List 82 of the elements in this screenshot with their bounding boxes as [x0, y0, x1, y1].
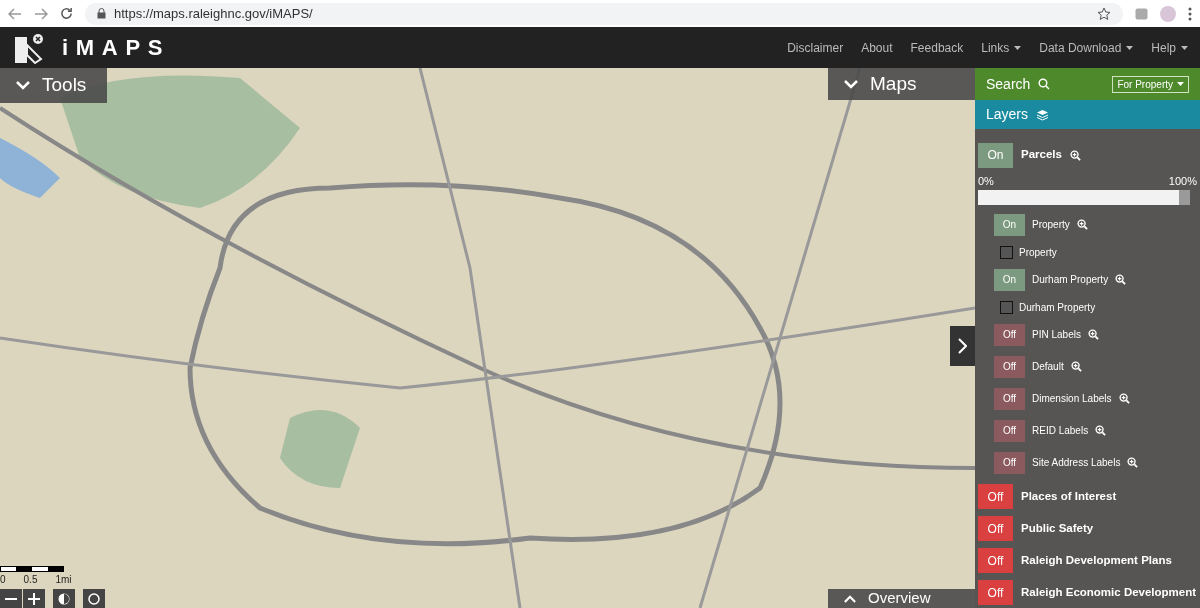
forward-icon[interactable]	[34, 7, 48, 20]
maps-panel[interactable]: Maps	[828, 68, 975, 100]
layer-toggle[interactable]: Off	[978, 516, 1013, 541]
layer-name: Public Safety	[1021, 520, 1094, 536]
zoom-to-icon[interactable]	[1076, 219, 1088, 230]
back-icon[interactable]	[8, 7, 22, 20]
layer-toggle[interactable]: Off	[994, 323, 1025, 346]
layer-name: Raleigh Economic Development	[1021, 584, 1197, 600]
layer-name: PIN Labels	[1032, 328, 1081, 342]
star-icon[interactable]	[1097, 6, 1111, 21]
lock-icon	[97, 8, 106, 19]
nav-link[interactable]: Help	[1151, 38, 1188, 57]
legend-label: Property	[1019, 245, 1057, 260]
app-title: iMAPS	[62, 34, 171, 62]
layer-toggle[interactable]: Off	[978, 580, 1013, 605]
zoom-to-icon[interactable]	[1127, 457, 1139, 468]
url-text: https://maps.raleighnc.gov/iMAPS/	[114, 4, 313, 23]
nav-link[interactable]: Data Download	[1039, 38, 1134, 57]
search-scope-dropdown[interactable]: For Property	[1112, 75, 1189, 93]
minus-icon	[5, 597, 17, 600]
layer-toggle[interactable]: On	[978, 142, 1013, 168]
menu-icon[interactable]	[1188, 6, 1192, 21]
nav-link[interactable]: Links	[981, 38, 1022, 57]
layer-toggle[interactable]: Off	[994, 451, 1025, 474]
layer-toggle[interactable]: Off	[994, 355, 1025, 378]
layer-toggle[interactable]: Off	[978, 484, 1013, 509]
panel-title: Maps	[870, 71, 917, 96]
legend-label: Durham Property	[1019, 300, 1096, 315]
chevron-right-icon	[958, 338, 967, 354]
layer-name: Property	[1032, 218, 1070, 232]
tools-panel[interactable]: Tools	[0, 68, 107, 103]
slider-label: 0%	[978, 174, 994, 189]
nav-link[interactable]: Disclaimer	[787, 38, 844, 57]
search-icon[interactable]	[1038, 78, 1051, 90]
layer-name: Default	[1032, 360, 1064, 374]
panel-title: Overview	[868, 588, 931, 608]
layers-label[interactable]: Layers	[986, 104, 1029, 125]
scale-label: 0.5	[23, 572, 38, 587]
layer-name: Durham Property	[1032, 273, 1109, 287]
legend-swatch	[1000, 245, 1013, 259]
locate-button[interactable]	[53, 588, 75, 608]
layer-name: REID Labels	[1032, 424, 1089, 438]
address-bar[interactable]: https://maps.raleighnc.gov/iMAPS/	[85, 2, 1123, 25]
nav-link[interactable]: Feedback	[910, 38, 964, 57]
chevron-down-icon	[16, 81, 30, 90]
chevron-down-icon	[844, 79, 858, 89]
layer-name: Dimension Labels	[1032, 392, 1112, 406]
scale-label: 1mi	[55, 572, 72, 587]
slider-label: 100%	[1168, 174, 1197, 189]
layer-toggle[interactable]: Off	[994, 387, 1025, 410]
zoom-to-icon[interactable]	[1115, 274, 1127, 285]
chevron-up-icon	[844, 594, 856, 603]
zoom-in-button[interactable]	[23, 588, 45, 608]
search-label[interactable]: Search	[986, 73, 1031, 95]
panel-title: Tools	[42, 73, 87, 98]
scale-label: 0	[0, 572, 6, 587]
layer-toggle[interactable]: On	[994, 268, 1025, 291]
layer-name: Site Address Labels	[1032, 456, 1121, 470]
zoom-to-icon[interactable]	[1069, 149, 1081, 161]
map-area[interactable]: Tools Maps Overview 0 0.5 1mi	[0, 68, 975, 608]
layer-toggle[interactable]: On	[994, 213, 1025, 236]
nav-link[interactable]: About	[861, 38, 893, 57]
layer-name: Parcels	[1021, 147, 1062, 163]
legend-swatch	[1000, 300, 1013, 314]
zoom-to-icon[interactable]	[1087, 329, 1099, 340]
scale-bar	[0, 565, 64, 572]
layers-icon	[1036, 108, 1050, 121]
circle-icon	[88, 592, 100, 605]
caret-icon	[1177, 82, 1184, 86]
layer-toggle[interactable]: Off	[978, 548, 1013, 573]
layer-name: Raleigh Development Plans	[1021, 552, 1172, 568]
zoom-out-button[interactable]	[0, 588, 22, 608]
plus-icon	[28, 592, 40, 605]
zoom-to-icon[interactable]	[1118, 393, 1130, 404]
full-extent-button[interactable]	[83, 588, 105, 608]
layer-toggle[interactable]: Off	[994, 419, 1025, 442]
reload-icon[interactable]	[60, 7, 73, 20]
overview-panel[interactable]: Overview	[828, 588, 975, 608]
layer-name: Places of Interest	[1021, 488, 1117, 504]
zoom-to-icon[interactable]	[1095, 425, 1107, 436]
panel-toggle-button[interactable]	[950, 326, 975, 366]
zoom-to-icon[interactable]	[1070, 361, 1082, 372]
